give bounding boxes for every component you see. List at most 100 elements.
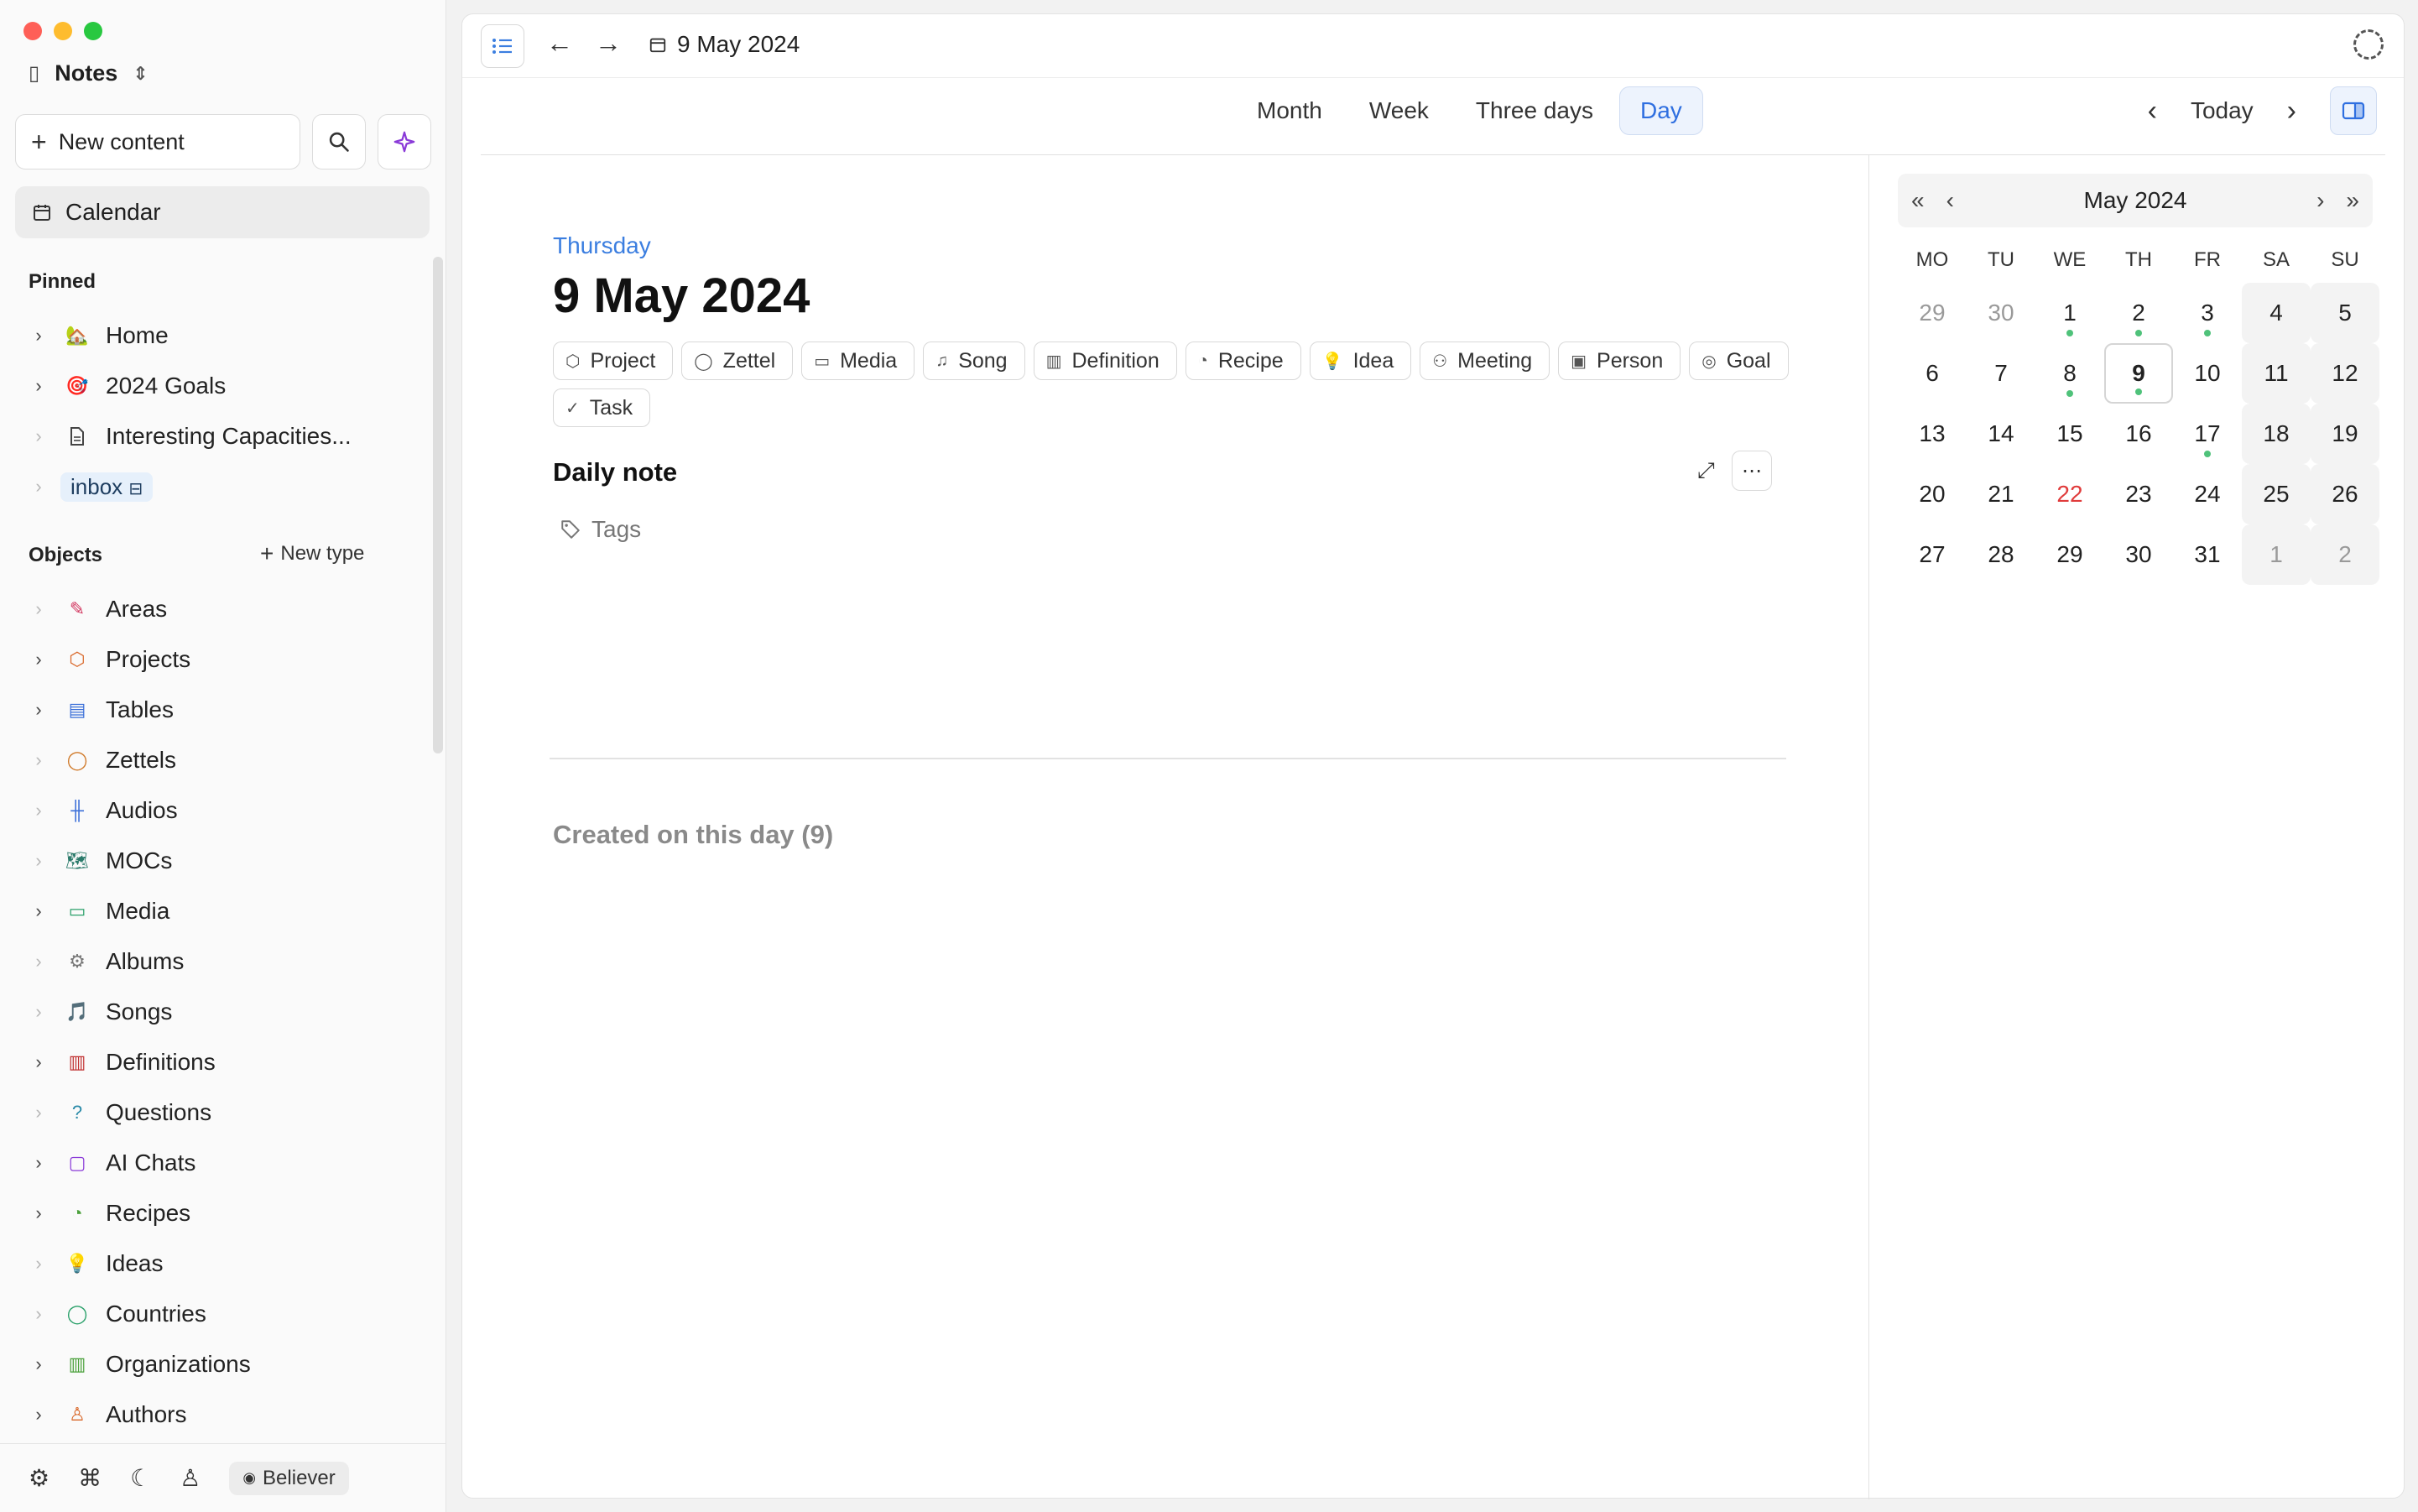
previous-year-icon[interactable]: « bbox=[1911, 187, 1925, 214]
sidebar-item-ideas[interactable]: › 💡 Ideas bbox=[25, 1242, 420, 1285]
chevron-right-icon[interactable]: › bbox=[25, 1303, 52, 1325]
space-switcher[interactable]: ▯ Notes ⇕ bbox=[29, 60, 149, 86]
chevron-right-icon[interactable]: › bbox=[25, 850, 52, 872]
tab-month[interactable]: Month bbox=[1236, 86, 1343, 135]
day-cell[interactable]: 29 bbox=[2035, 524, 2104, 585]
sidebar-item-ai-chats[interactable]: › ▢ AI Chats bbox=[25, 1141, 420, 1185]
selected-day-cell[interactable]: 9 bbox=[2104, 343, 2173, 404]
sidebar-item-organizations[interactable]: › ▥ Organizations bbox=[25, 1343, 420, 1386]
more-options-button[interactable]: ⋯ bbox=[1731, 451, 1772, 491]
tab-three-days[interactable]: Three days bbox=[1455, 86, 1614, 135]
sidebar-item-zettels[interactable]: › ◯ Zettels bbox=[25, 738, 420, 782]
sidebar-item-mocs[interactable]: › 🗺 MOCs bbox=[25, 839, 420, 883]
sidebar-item-home[interactable]: › 🏡 Home bbox=[25, 314, 420, 357]
create-person-chip[interactable]: ▣ Person bbox=[1558, 342, 1681, 380]
chevron-right-icon[interactable]: › bbox=[25, 699, 52, 721]
day-cell[interactable]: 7 bbox=[1967, 343, 2035, 404]
day-cell[interactable]: 28 bbox=[1967, 524, 2035, 585]
day-cell[interactable]: 23 bbox=[2104, 464, 2173, 524]
chevron-right-icon[interactable]: › bbox=[25, 649, 52, 670]
forward-arrow-icon[interactable]: → bbox=[595, 28, 622, 59]
day-cell[interactable]: 2 bbox=[2311, 524, 2379, 585]
create-meeting-chip[interactable]: ⚇ Meeting bbox=[1420, 342, 1550, 380]
day-cell[interactable]: 20 bbox=[1898, 464, 1967, 524]
day-cell[interactable]: 1 bbox=[2242, 524, 2311, 585]
right-panel-toggle-button[interactable] bbox=[2330, 86, 2377, 135]
tab-day[interactable]: Day bbox=[1618, 86, 1703, 135]
next-day-icon[interactable]: › bbox=[2287, 95, 2296, 128]
day-cell[interactable]: 8 bbox=[2035, 343, 2104, 404]
sidebar-item-calendar[interactable]: Calendar bbox=[15, 186, 430, 238]
day-cell[interactable]: 21 bbox=[1967, 464, 2035, 524]
chevron-right-icon[interactable]: › bbox=[25, 375, 52, 397]
day-cell[interactable]: 12 bbox=[2311, 343, 2379, 404]
chevron-right-icon[interactable]: › bbox=[25, 425, 52, 447]
sidebar-item-albums[interactable]: › ⚙ Albums bbox=[25, 940, 420, 983]
sidebar-item-audios[interactable]: › ╫ Audios bbox=[25, 789, 420, 832]
sidebar-item-recipes[interactable]: › ◔ Recipes bbox=[25, 1191, 420, 1235]
sidebar-item-tables[interactable]: › ▤ Tables bbox=[25, 688, 420, 732]
sidebar-item-definitions[interactable]: › ▥ Definitions bbox=[25, 1040, 420, 1084]
day-cell[interactable]: 24 bbox=[2173, 464, 2242, 524]
focus-mode-icon[interactable] bbox=[2353, 29, 2384, 60]
day-cell[interactable]: 13 bbox=[1898, 404, 1967, 464]
minimize-window-button[interactable] bbox=[54, 22, 72, 40]
ai-button[interactable] bbox=[378, 114, 431, 169]
chevron-right-icon[interactable]: › bbox=[25, 900, 52, 922]
chevron-right-icon[interactable]: › bbox=[25, 1051, 52, 1073]
create-goal-chip[interactable]: ◎ Goal bbox=[1689, 342, 1789, 380]
tags-field[interactable]: Tags bbox=[560, 516, 641, 543]
day-cell[interactable]: 26 bbox=[2311, 464, 2379, 524]
day-cell[interactable]: 5 bbox=[2311, 283, 2379, 343]
user-icon[interactable]: ♙ bbox=[180, 1464, 201, 1492]
day-cell[interactable]: 19 bbox=[2311, 404, 2379, 464]
moon-icon[interactable]: ☾ bbox=[130, 1464, 151, 1492]
sidebar-item-2024-goals[interactable]: › 🎯 2024 Goals bbox=[25, 364, 420, 408]
sidebar-item-questions[interactable]: ›? Questions bbox=[25, 1091, 420, 1134]
command-icon[interactable]: ⌘ bbox=[78, 1464, 102, 1492]
previous-day-icon[interactable]: ‹ bbox=[2148, 95, 2157, 128]
chevron-right-icon[interactable]: › bbox=[25, 1353, 52, 1375]
new-content-button[interactable]: + New content bbox=[15, 114, 300, 169]
plan-badge[interactable]: ◉ Believer bbox=[229, 1461, 349, 1495]
day-cell[interactable]: 14 bbox=[1967, 404, 2035, 464]
create-project-chip[interactable]: ⬡ Project bbox=[553, 342, 674, 380]
create-task-chip[interactable]: ✓ Task bbox=[553, 388, 651, 427]
sidebar-scrollbar[interactable] bbox=[433, 257, 443, 753]
next-month-icon[interactable]: › bbox=[2316, 187, 2324, 214]
close-window-button[interactable] bbox=[23, 22, 42, 40]
day-cell[interactable]: 31 bbox=[2173, 524, 2242, 585]
day-cell[interactable]: 6 bbox=[1898, 343, 1967, 404]
expand-icon[interactable]: ⤢ bbox=[1697, 457, 1715, 484]
day-cell[interactable]: 16 bbox=[2104, 404, 2173, 464]
create-zettel-chip[interactable]: ◯ Zettel bbox=[681, 342, 794, 380]
created-on-this-day-heading[interactable]: Created on this day (9) bbox=[553, 820, 833, 850]
sidebar-toggle-button[interactable] bbox=[481, 24, 524, 68]
chevron-right-icon[interactable]: › bbox=[25, 1001, 52, 1023]
chevron-right-icon[interactable]: › bbox=[25, 951, 52, 972]
chevron-right-icon[interactable]: › bbox=[25, 476, 52, 498]
create-recipe-chip[interactable]: ◔ Recipe bbox=[1185, 342, 1301, 380]
day-cell[interactable]: 17 bbox=[2173, 404, 2242, 464]
next-year-icon[interactable]: » bbox=[2346, 187, 2359, 214]
day-cell[interactable]: 3 bbox=[2173, 283, 2242, 343]
chevron-right-icon[interactable]: › bbox=[25, 598, 52, 620]
chevron-right-icon[interactable]: › bbox=[25, 1253, 52, 1275]
create-definition-chip[interactable]: ▥ Definition bbox=[1033, 342, 1177, 380]
breadcrumb[interactable]: 9 May 2024 bbox=[649, 31, 800, 58]
day-cell[interactable]: 29 bbox=[1898, 283, 1967, 343]
day-cell[interactable]: 30 bbox=[1967, 283, 2035, 343]
sidebar-item-authors[interactable]: › ♙ Authors bbox=[25, 1393, 420, 1436]
create-song-chip[interactable]: ♫ Song bbox=[923, 342, 1025, 380]
sidebar-item-projects[interactable]: › ⬡ Projects bbox=[25, 638, 420, 681]
chevron-right-icon[interactable]: › bbox=[25, 1202, 52, 1224]
chevron-right-icon[interactable]: › bbox=[25, 325, 52, 347]
chevron-right-icon[interactable]: › bbox=[25, 1152, 52, 1174]
zoom-window-button[interactable] bbox=[84, 22, 102, 40]
day-cell[interactable]: 25 bbox=[2242, 464, 2311, 524]
daily-note-title[interactable]: Daily note bbox=[553, 457, 677, 487]
day-cell[interactable]: 15 bbox=[2035, 404, 2104, 464]
day-cell[interactable]: 2 bbox=[2104, 283, 2173, 343]
day-cell[interactable]: 1 bbox=[2035, 283, 2104, 343]
sidebar-item-areas[interactable]: › ✎ Areas bbox=[25, 587, 420, 631]
